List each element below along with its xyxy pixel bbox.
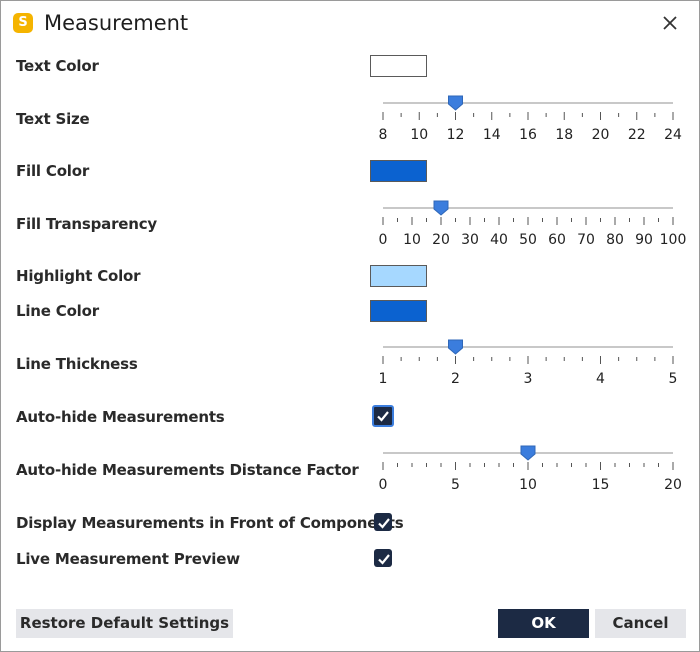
text-color-swatch[interactable]: [370, 55, 427, 77]
tick-label: 50: [519, 232, 537, 248]
close-button[interactable]: [657, 10, 683, 36]
auto-hide-distance-label: Auto-hide Measurements Distance Factor: [16, 461, 359, 479]
line-color-label: Line Color: [16, 302, 99, 320]
tick-label: 2: [451, 371, 460, 387]
tick-label: 12: [447, 127, 465, 143]
restore-defaults-button[interactable]: Restore Default Settings: [16, 609, 233, 638]
tick-label: 18: [555, 127, 573, 143]
text-size-label: Text Size: [16, 110, 90, 128]
fill-color-swatch[interactable]: [370, 160, 427, 182]
slider-scale: 1 2 3 4 5: [379, 339, 677, 387]
auto-hide-distance-slider[interactable]: 0 5 10 15 20: [379, 445, 682, 493]
tick-label: 100: [660, 232, 687, 248]
tick-label: 40: [490, 232, 508, 248]
checkmark-icon: [377, 411, 389, 422]
auto-hide-label: Auto-hide Measurements: [16, 408, 225, 426]
slider-handle[interactable]: [520, 445, 536, 461]
tick-label: 0: [379, 477, 388, 493]
live-preview-label: Live Measurement Preview: [16, 550, 240, 568]
tick-label: 20: [592, 127, 610, 143]
line-thickness-slider[interactable]: 1 2 3 4 5: [379, 339, 677, 387]
display-in-front-checkbox[interactable]: [374, 513, 392, 531]
tick-label: 10: [519, 477, 537, 493]
tick-label: 80: [606, 232, 624, 248]
tick-label: 24: [664, 127, 682, 143]
live-preview-checkbox[interactable]: [374, 549, 392, 567]
auto-hide-checkbox[interactable]: [372, 405, 394, 427]
tick-label: 70: [577, 232, 595, 248]
tick-label: 5: [669, 371, 678, 387]
checkmark-icon: [378, 518, 390, 529]
highlight-color-swatch[interactable]: [370, 265, 427, 287]
line-thickness-label: Line Thickness: [16, 355, 138, 373]
tick-label: 5: [451, 477, 460, 493]
tick-label: 20: [664, 477, 682, 493]
tick-label: 4: [596, 371, 605, 387]
display-in-front-label: Display Measurements in Front of Compone…: [16, 514, 404, 532]
tick-label: 60: [548, 232, 566, 248]
app-logo-icon: S: [13, 13, 33, 33]
dialog-title: Measurement: [44, 11, 189, 35]
tick-label: 16: [519, 127, 537, 143]
tick-label: 1: [379, 371, 388, 387]
slider-handle[interactable]: [433, 200, 449, 216]
tick-label: 3: [524, 371, 533, 387]
close-icon: [663, 16, 677, 30]
fill-transparency-label: Fill Transparency: [16, 215, 157, 233]
tick-label: 20: [432, 232, 450, 248]
slider-scale: 0 5 10 15 20: [379, 445, 682, 493]
slider-scale: 8 10 12 14 16 18 20 22 24: [379, 95, 682, 143]
ok-button[interactable]: OK: [498, 609, 589, 638]
line-color-swatch[interactable]: [370, 300, 427, 322]
slider-scale: 0 10 20 30 40 50 60 70 80 90 100: [379, 200, 686, 248]
slider-handle[interactable]: [448, 95, 463, 111]
measurement-dialog: S Measurement Text Color Text Size 8 10 12…: [0, 0, 700, 652]
fill-transparency-slider[interactable]: 0 10 20 30 40 50 60 70 80 90 100: [379, 200, 686, 248]
tick-label: 10: [403, 232, 421, 248]
tick-label: 10: [410, 127, 428, 143]
tick-label: 90: [635, 232, 653, 248]
checkmark-icon: [378, 554, 390, 565]
tick-label: 15: [592, 477, 610, 493]
cancel-button[interactable]: Cancel: [595, 609, 686, 638]
tick-label: 22: [628, 127, 646, 143]
tick-label: 8: [379, 127, 388, 143]
tick-label: 0: [379, 232, 388, 248]
text-size-slider[interactable]: 8 10 12 14 16 18 20 22 24: [379, 95, 682, 143]
tick-label: 14: [483, 127, 501, 143]
slider-handle[interactable]: [448, 339, 463, 355]
tick-label: 30: [461, 232, 479, 248]
fill-color-label: Fill Color: [16, 162, 90, 180]
highlight-color-label: Highlight Color: [16, 267, 141, 285]
text-color-label: Text Color: [16, 57, 99, 75]
